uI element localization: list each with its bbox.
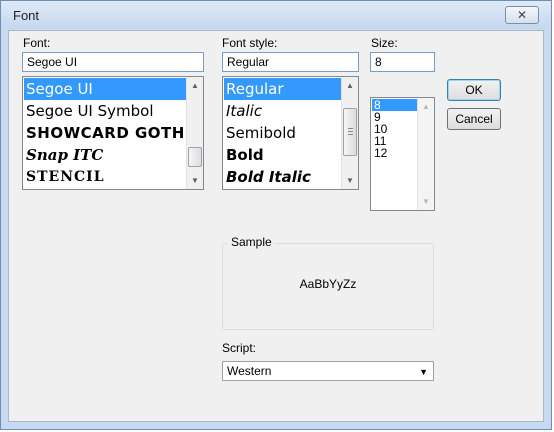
font-style-input[interactable]: Regular [222, 52, 359, 72]
font-style-list[interactable]: Regular Italic Semibold Bold Bold Italic… [222, 76, 359, 190]
down-arrow-icon[interactable]: ▼ [187, 172, 203, 189]
font-label: Font: [23, 36, 51, 50]
style-item-bold[interactable]: Bold [224, 144, 341, 166]
size-item-11[interactable]: 11 [372, 135, 417, 147]
size-item-8[interactable]: 8 [372, 99, 417, 111]
style-item-bold-italic[interactable]: Bold Italic [224, 166, 341, 188]
close-icon: ✕ [516, 8, 528, 22]
chevron-down-icon[interactable]: ▼ [419, 365, 428, 379]
size-label: Size: [371, 36, 398, 50]
script-dropdown[interactable]: Western ▼ [222, 361, 434, 381]
script-selected-value: Western [227, 364, 272, 378]
size-item-10[interactable]: 10 [372, 123, 417, 135]
font-name-input[interactable]: Segoe UI [22, 52, 204, 72]
font-item-segoe-ui-symbol[interactable]: Segoe UI Symbol [24, 100, 186, 122]
size-list[interactable]: 8 9 10 11 12 ▲ ▼ [370, 97, 435, 211]
font-style-scroll-thumb[interactable] [343, 108, 357, 156]
cancel-button[interactable]: Cancel [447, 108, 501, 130]
font-list-scrollbar[interactable]: ▲ ▼ [186, 77, 203, 189]
size-item-9[interactable]: 9 [372, 111, 417, 123]
window-title: Font [13, 8, 40, 23]
scroll-grip [348, 128, 353, 129]
font-dialog: Font ✕ Font: Segoe UI Segoe UI Segoe UI … [0, 0, 552, 430]
sample-label: Sample [228, 235, 275, 249]
up-arrow-icon[interactable]: ▲ [342, 77, 358, 94]
font-item-snap-itc[interactable]: Snap ITC [24, 144, 186, 166]
up-arrow-icon[interactable]: ▲ [187, 77, 203, 94]
scroll-grip [348, 134, 353, 135]
script-label: Script: [222, 341, 257, 355]
size-list-scrollbar: ▲ ▼ [417, 98, 434, 210]
close-button[interactable]: ✕ [505, 6, 539, 24]
font-item-stencil[interactable]: STENCIL [24, 166, 186, 188]
size-input[interactable]: 8 [370, 52, 435, 72]
sample-preview-text: AaBbYyZz [299, 277, 357, 291]
style-item-regular[interactable]: Regular [224, 78, 341, 100]
font-style-list-scrollbar[interactable]: ▲ ▼ [341, 77, 358, 189]
font-list[interactable]: Segoe UI Segoe UI Symbol SHOWCARD GOTHIC… [22, 76, 204, 190]
style-item-italic[interactable]: Italic [224, 100, 341, 122]
font-style-label: Font style: [222, 36, 278, 50]
dialog-body: Font: Segoe UI Segoe UI Segoe UI Symbol … [8, 30, 544, 422]
font-item-showcard-gothic[interactable]: SHOWCARD GOTHIC [24, 122, 186, 144]
up-arrow-icon: ▲ [422, 102, 430, 111]
down-arrow-icon: ▼ [422, 197, 430, 206]
size-item-12[interactable]: 12 [372, 147, 417, 159]
font-list-scroll-thumb[interactable] [188, 147, 202, 167]
title-bar[interactable]: Font ✕ [1, 1, 551, 29]
ok-button[interactable]: OK [447, 79, 501, 101]
down-arrow-icon[interactable]: ▼ [342, 172, 358, 189]
scroll-grip [348, 131, 353, 132]
font-item-segoe-ui[interactable]: Segoe UI [24, 78, 186, 100]
style-item-semibold[interactable]: Semibold [224, 122, 341, 144]
